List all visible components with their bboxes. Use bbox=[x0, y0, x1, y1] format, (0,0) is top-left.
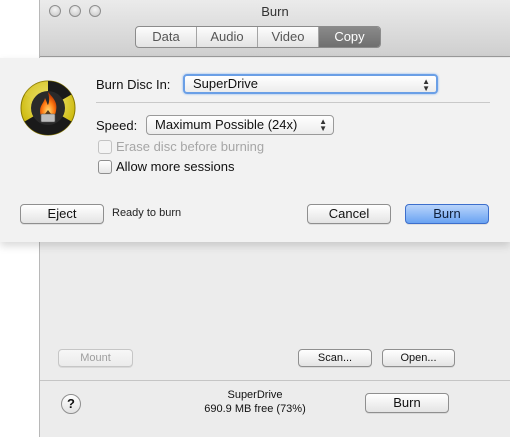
tab-data[interactable]: Data bbox=[136, 27, 197, 47]
footer-bar: ? SuperDrive 690.9 MB free (73%) Burn bbox=[40, 380, 510, 437]
allow-sessions-checkbox[interactable] bbox=[98, 160, 112, 174]
burn-disc-value: SuperDrive bbox=[193, 76, 259, 91]
speed-select[interactable]: Maximum Possible (24x) ▲ ▼ bbox=[146, 115, 334, 135]
eject-button[interactable]: Eject bbox=[20, 204, 104, 224]
erase-disc-checkbox[interactable] bbox=[98, 140, 112, 154]
burn-button[interactable]: Burn bbox=[405, 204, 489, 224]
footer-burn-button[interactable]: Burn bbox=[365, 393, 449, 413]
tab-video[interactable]: Video bbox=[258, 27, 319, 47]
speed-value: Maximum Possible (24x) bbox=[155, 117, 298, 132]
title-bar: Burn Data Audio Video Copy bbox=[40, 0, 510, 57]
status-text: Ready to burn bbox=[112, 207, 182, 219]
erase-disc-label: Erase disc before burning bbox=[116, 139, 265, 154]
open-button[interactable]: Open... bbox=[382, 349, 455, 367]
drive-free-space: 690.9 MB free (73%) bbox=[204, 403, 306, 415]
tab-bar: Data Audio Video Copy bbox=[135, 26, 381, 48]
separator bbox=[96, 102, 490, 103]
help-button[interactable]: ? bbox=[61, 394, 81, 414]
drive-name: SuperDrive bbox=[227, 389, 283, 401]
scan-button[interactable]: Scan... bbox=[298, 349, 372, 367]
speed-label: Speed: bbox=[96, 118, 138, 133]
burn-app-icon bbox=[20, 80, 76, 136]
drive-info: SuperDrive 690.9 MB free (73%) bbox=[185, 388, 325, 416]
allow-sessions-label: Allow more sessions bbox=[116, 159, 235, 174]
stepper-arrows-icon: ▲ ▼ bbox=[319, 117, 327, 133]
stepper-arrows-icon: ▲ ▼ bbox=[422, 77, 430, 93]
window-title: Burn bbox=[261, 4, 289, 19]
mount-button[interactable]: Mount bbox=[58, 349, 133, 367]
burn-disc-label: Burn Disc In: bbox=[96, 77, 171, 92]
burn-sheet: Burn Disc In: SuperDrive ▲ ▼ Speed: Maxim… bbox=[0, 58, 510, 242]
cancel-button[interactable]: Cancel bbox=[307, 204, 391, 224]
tab-copy[interactable]: Copy bbox=[319, 27, 380, 47]
tab-audio[interactable]: Audio bbox=[197, 27, 258, 47]
burn-disc-select[interactable]: SuperDrive ▲ ▼ bbox=[183, 74, 438, 94]
